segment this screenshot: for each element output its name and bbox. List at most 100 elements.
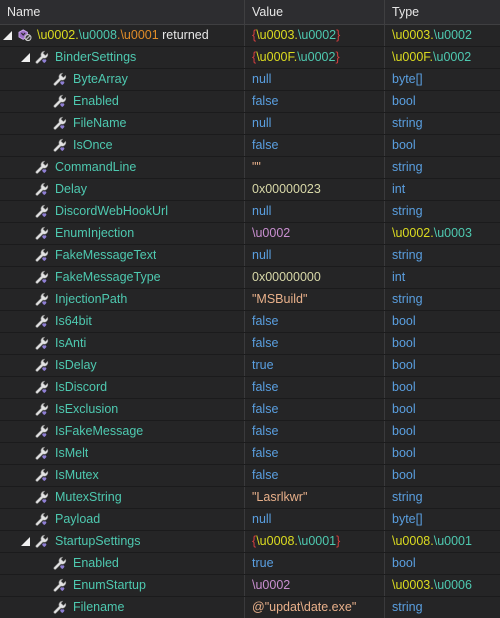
table-row[interactable]: InjectionPath "MSBuild" string [0, 289, 500, 311]
table-row[interactable]: IsExclusion false bool [0, 399, 500, 421]
cell-name[interactable]: IsMutex [0, 465, 245, 486]
text-segment: false [252, 446, 279, 460]
cell-name[interactable]: EnumStartup [0, 575, 245, 596]
cell-name[interactable]: StartupSettings [0, 531, 245, 552]
column-header-type[interactable]: Type [385, 0, 500, 24]
table-row[interactable]: Payload null byte[] [0, 509, 500, 531]
cell-name[interactable]: IsDelay [0, 355, 245, 376]
table-row[interactable]: MutexString "Lasrlkwr" string [0, 487, 500, 509]
table-row[interactable]: BinderSettings {\u000F.\u0002} \u000F.\u00… [0, 47, 500, 69]
cell-type: byte[] [385, 509, 500, 530]
variable-name: FileName [73, 113, 127, 134]
cell-value[interactable]: null [245, 113, 385, 134]
cell-value[interactable]: \u0002 [245, 223, 385, 244]
cell-value[interactable]: false [245, 443, 385, 464]
text-segment: \u0002 [37, 28, 76, 42]
cell-name[interactable]: FileName [0, 113, 245, 134]
table-row[interactable]: FileName null string [0, 113, 500, 135]
cell-value[interactable]: false [245, 399, 385, 420]
cell-name[interactable]: ByteArray [0, 69, 245, 90]
cell-value[interactable]: null [245, 509, 385, 530]
cell-value[interactable]: \u0002 [245, 575, 385, 596]
text-segment: \u0008 [392, 534, 431, 548]
table-row[interactable]: FakeMessageText null string [0, 245, 500, 267]
cell-name[interactable]: IsOnce [0, 135, 245, 156]
property-icon [34, 512, 51, 527]
cell-value[interactable]: 0x00000023 [245, 179, 385, 200]
cell-value[interactable]: true [245, 355, 385, 376]
cell-value[interactable]: false [245, 311, 385, 332]
table-row[interactable]: IsAnti false bool [0, 333, 500, 355]
column-header-value[interactable]: Value [245, 0, 385, 24]
table-row[interactable]: IsFakeMessage false bool [0, 421, 500, 443]
expander-placeholder [20, 271, 33, 284]
cell-value[interactable]: false [245, 333, 385, 354]
cell-type: string [385, 113, 500, 134]
text-segment: IsOnce [73, 138, 113, 152]
cell-value[interactable]: false [245, 421, 385, 442]
cell-value[interactable]: true [245, 553, 385, 574]
cell-value[interactable]: false [245, 465, 385, 486]
cell-name[interactable]: Enabled [0, 553, 245, 574]
table-row[interactable]: IsDelay true bool [0, 355, 500, 377]
table-row[interactable]: \u0002.\u0008.\u0001 returned {\u0003.\u0… [0, 25, 500, 47]
cell-value[interactable]: 0x00000000 [245, 267, 385, 288]
cell-name[interactable]: CommandLine [0, 157, 245, 178]
cell-name[interactable]: Enabled [0, 91, 245, 112]
cell-name[interactable]: Payload [0, 509, 245, 530]
cell-value[interactable]: false [245, 91, 385, 112]
property-icon [52, 116, 69, 131]
table-row[interactable]: Enabled true bool [0, 553, 500, 575]
table-row[interactable]: CommandLine "" string [0, 157, 500, 179]
cell-value[interactable]: @"updat\date.exe" [245, 597, 385, 618]
cell-value[interactable]: null [245, 245, 385, 266]
cell-value[interactable]: null [245, 69, 385, 90]
cell-name[interactable]: IsAnti [0, 333, 245, 354]
cell-name[interactable]: IsMelt [0, 443, 245, 464]
cell-name[interactable]: IsExclusion [0, 399, 245, 420]
cell-name[interactable]: Filename [0, 597, 245, 618]
expander-collapse-icon[interactable] [20, 535, 33, 548]
table-row[interactable]: Delay 0x00000023 int [0, 179, 500, 201]
table-row[interactable]: StartupSettings {\u0008.\u0001} \u0008.\u0… [0, 531, 500, 553]
variable-name: Enabled [73, 553, 119, 574]
column-header-name[interactable]: Name [0, 0, 245, 24]
expander-collapse-icon[interactable] [20, 51, 33, 64]
table-row[interactable]: Filename @"updat\date.exe" string [0, 597, 500, 618]
cell-name[interactable]: InjectionPath [0, 289, 245, 310]
cell-value[interactable]: {\u0003.\u0002} [245, 25, 385, 46]
cell-value[interactable]: "Lasrlkwr" [245, 487, 385, 508]
cell-name[interactable]: FakeMessageType [0, 267, 245, 288]
table-row[interactable]: IsDiscord false bool [0, 377, 500, 399]
cell-name[interactable]: MutexString [0, 487, 245, 508]
cell-name[interactable]: FakeMessageText [0, 245, 245, 266]
cell-name[interactable]: IsDiscord [0, 377, 245, 398]
cell-name[interactable]: Delay [0, 179, 245, 200]
cell-name[interactable]: \u0002.\u0008.\u0001 returned [0, 25, 245, 46]
table-row[interactable]: ByteArray null byte[] [0, 69, 500, 91]
table-row[interactable]: Enabled false bool [0, 91, 500, 113]
table-row[interactable]: Is64bit false bool [0, 311, 500, 333]
cell-name[interactable]: BinderSettings [0, 47, 245, 68]
table-row[interactable]: IsMutex false bool [0, 465, 500, 487]
table-row[interactable]: FakeMessageType 0x00000000 int [0, 267, 500, 289]
cell-value[interactable]: false [245, 135, 385, 156]
table-row[interactable]: IsMelt false bool [0, 443, 500, 465]
cell-value[interactable]: "" [245, 157, 385, 178]
cell-name[interactable]: EnumInjection [0, 223, 245, 244]
cell-type: \u0002.\u0003 [385, 223, 500, 244]
table-row[interactable]: DiscordWebHookUrl null string [0, 201, 500, 223]
cell-value[interactable]: false [245, 377, 385, 398]
cell-value[interactable]: "MSBuild" [245, 289, 385, 310]
expander-collapse-icon[interactable] [2, 29, 15, 42]
cell-value[interactable]: {\u0008.\u0001} [245, 531, 385, 552]
table-row[interactable]: EnumStartup \u0002 \u0003.\u0006 [0, 575, 500, 597]
cell-name[interactable]: Is64bit [0, 311, 245, 332]
table-row[interactable]: EnumInjection \u0002 \u0002.\u0003 [0, 223, 500, 245]
cell-value[interactable]: null [245, 201, 385, 222]
cell-name[interactable]: IsFakeMessage [0, 421, 245, 442]
cell-value[interactable]: {\u000F.\u0002} [245, 47, 385, 68]
table-row[interactable]: IsOnce false bool [0, 135, 500, 157]
cell-name[interactable]: DiscordWebHookUrl [0, 201, 245, 222]
variable-name: \u0002.\u0008.\u0001 returned [37, 25, 209, 46]
